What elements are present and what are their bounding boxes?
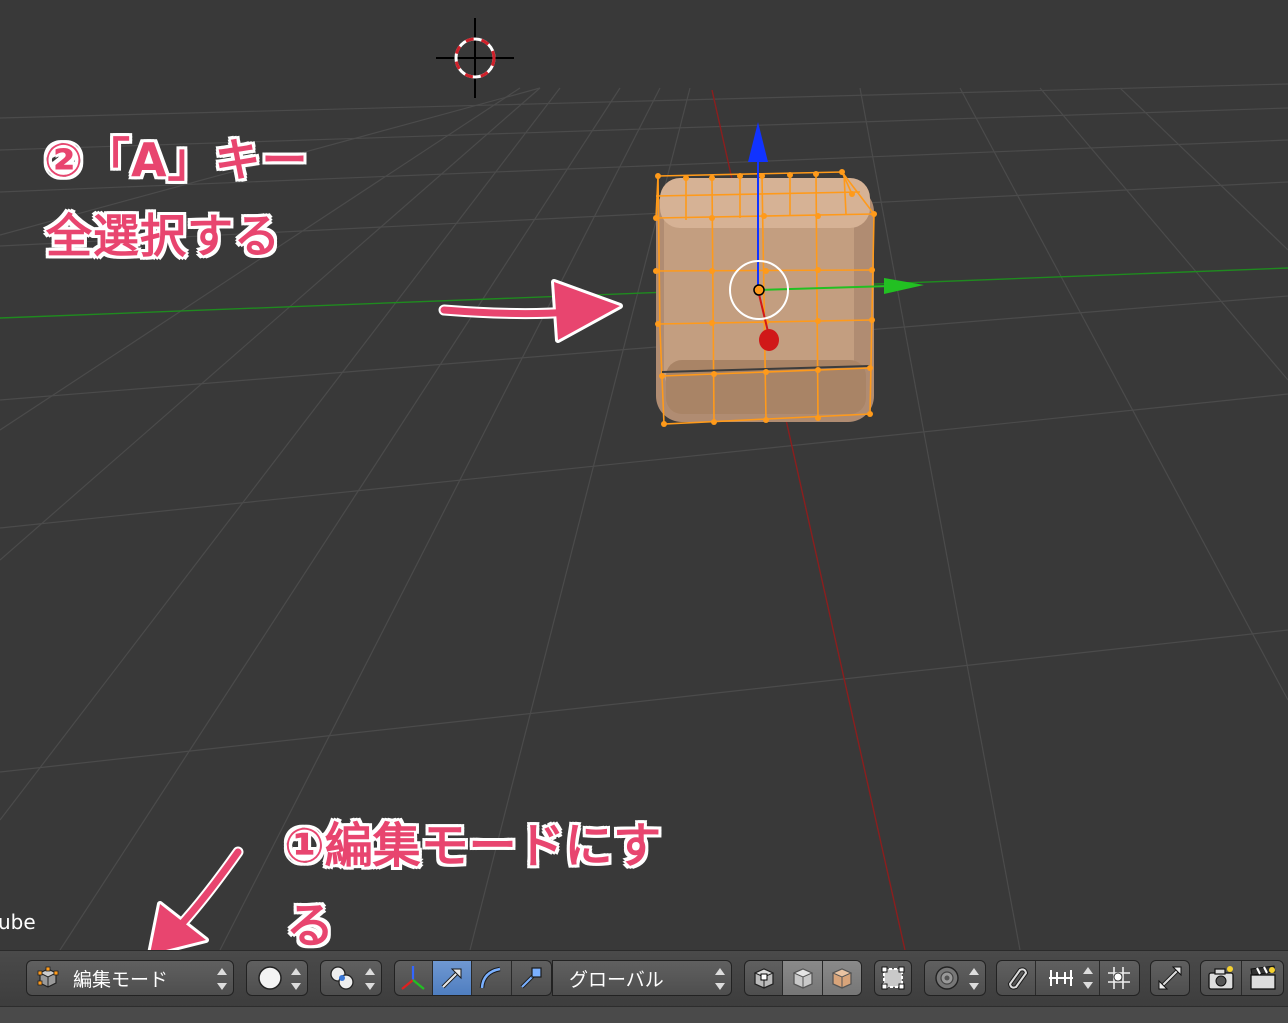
- updown-arrows-icon: [969, 966, 979, 992]
- snap-element-select[interactable]: [1036, 961, 1100, 995]
- 3d-viewport[interactable]: ②「A」キー 全選択する ①編集モードにす る ube: [0, 0, 1288, 950]
- annotation-step1-line1: ①編集モードにす: [284, 818, 662, 874]
- mesh-tools-icon: [1158, 966, 1182, 990]
- updown-arrows-icon: [217, 966, 227, 992]
- annotation-arrow-down-icon: [147, 846, 244, 950]
- render-opengl-still-button[interactable]: [1201, 961, 1243, 995]
- edge-select-icon: [792, 968, 813, 989]
- vertex-select-button[interactable]: [745, 961, 784, 995]
- orientation-value: グローバル: [569, 968, 664, 991]
- manipulator-group: [394, 960, 552, 996]
- scale-icon: [520, 967, 542, 989]
- edge-select-button[interactable]: [783, 961, 823, 995]
- mode-select-value: 編集モード: [73, 968, 169, 991]
- mesh-tools-button[interactable]: [1150, 960, 1190, 996]
- face-select-button[interactable]: [822, 961, 861, 995]
- timeline-strip: [0, 1006, 1288, 1023]
- annotation-step2-title: ②「A」キー: [44, 133, 309, 187]
- solid-sphere-icon: [258, 966, 282, 990]
- scale-manipulator-button[interactable]: [512, 961, 551, 995]
- updown-arrows-icon: [715, 966, 725, 992]
- manipulator-toggle[interactable]: [395, 961, 433, 995]
- snap-increment-icon: [1048, 970, 1073, 986]
- annotation-step1-line2: る: [286, 898, 335, 950]
- render-group: [1200, 960, 1284, 996]
- snap-target-button[interactable]: [1100, 961, 1139, 995]
- limit-selection-icon: [881, 966, 905, 990]
- mode-select[interactable]: 編集モード: [26, 960, 234, 996]
- transform-orientation-select[interactable]: グローバル: [552, 960, 732, 996]
- translate-arrow-icon: [441, 968, 462, 989]
- viewport-shading-select[interactable]: [246, 960, 308, 996]
- y-axis-line: [0, 267, 1288, 319]
- snap-toggle-button[interactable]: [997, 961, 1037, 995]
- updown-arrows-icon: [291, 966, 301, 992]
- proportional-edit-select[interactable]: [924, 960, 986, 996]
- pivot-point-select[interactable]: [320, 960, 382, 996]
- render-camera-icon: [1208, 966, 1234, 990]
- render-opengl-animation-button[interactable]: [1242, 961, 1283, 995]
- updown-arrows-icon: [1082, 965, 1093, 991]
- rotate-arc-icon: [480, 966, 501, 989]
- translate-manipulator-button[interactable]: [432, 961, 473, 995]
- updown-arrows-icon: [365, 966, 375, 992]
- cube-mesh[interactable]: [653, 169, 877, 427]
- annotation-step2-subtitle: 全選択する: [46, 209, 281, 263]
- annotation-arrow-icon: [438, 279, 623, 343]
- snap-target-icon: [1108, 967, 1131, 989]
- rotate-manipulator-button[interactable]: [472, 961, 512, 995]
- mesh-select-mode-group: [744, 960, 862, 996]
- face-select-icon: [831, 968, 853, 989]
- edit-mode-cube-icon: [37, 966, 59, 988]
- pivot-point-icon: [330, 966, 354, 990]
- limit-selection-button[interactable]: [874, 960, 912, 996]
- vertex-select-icon: [753, 968, 774, 989]
- 3d-cursor-icon[interactable]: [436, 18, 514, 98]
- manipulator-axes-icon: [401, 966, 425, 990]
- snapping-group: [996, 960, 1140, 996]
- magnet-snap-icon: [1008, 967, 1029, 990]
- viewport-header: 編集モード グローバル: [0, 950, 1288, 1007]
- proportional-edit-icon: [935, 966, 959, 990]
- render-animation-icon: [1249, 965, 1276, 990]
- active-object-name: ube: [0, 910, 36, 934]
